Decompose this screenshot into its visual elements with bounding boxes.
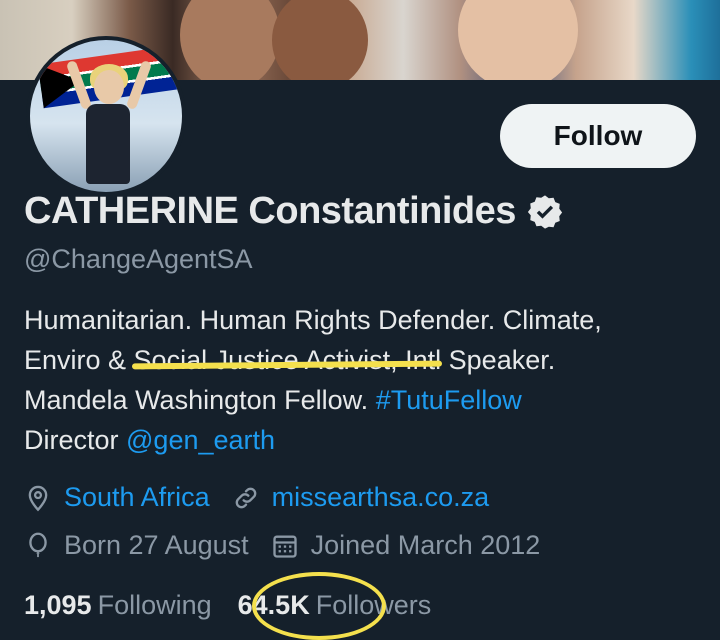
balloon-icon [24, 532, 52, 560]
banner-face [180, 0, 280, 80]
profile-handle: @ChangeAgentSA [24, 244, 253, 274]
bio-line: Mandela Washington Fellow. #TutuFellow [24, 380, 704, 420]
bio-line: Humanitarian. Human Rights Defender. Cli… [24, 305, 602, 335]
profile-meta-row: South Africa missearthsa.co.za [24, 482, 489, 513]
avatar-head [94, 70, 124, 104]
website-link[interactable]: missearthsa.co.za [272, 482, 490, 513]
banner-face [272, 0, 368, 80]
highlight-circle [252, 572, 386, 640]
avatar-body [86, 104, 130, 184]
bio-line: Director @gen_earth [24, 420, 704, 460]
follow-button[interactable]: Follow [500, 104, 696, 168]
calendar-icon [271, 532, 299, 560]
following-label: Following [97, 590, 212, 620]
banner-face [458, 0, 578, 80]
birthday-text: Born 27 August [64, 530, 249, 560]
hashtag-link[interactable]: #TutuFellow [376, 385, 522, 415]
avatar[interactable] [26, 36, 186, 196]
bio-text: Mandela Washington Fellow. [24, 385, 376, 415]
bio-line: Enviro & Social Justice Activist, Intl S… [24, 340, 704, 380]
profile-bio: Humanitarian. Human Rights Defender. Cli… [24, 300, 704, 460]
verified-badge-icon [526, 193, 564, 231]
following-stat[interactable]: 1,095 Following [24, 590, 212, 621]
link-icon [232, 484, 260, 512]
following-count: 1,095 [24, 590, 92, 620]
bio-text: Enviro & [24, 345, 134, 375]
mention-link[interactable]: @gen_earth [126, 425, 275, 455]
bio-highlighted-text: Social Justice Activist, [133, 345, 398, 375]
profile-name: CATHERINE Constantinides [24, 190, 564, 233]
location-text: South Africa [64, 482, 210, 512]
bio-text: Director [24, 425, 127, 455]
display-name: CATHERINE Constantinides [24, 190, 516, 232]
location-pin-icon [24, 484, 52, 512]
profile-meta-row: Born 27 August Joined March 2012 [24, 530, 540, 561]
joined-text: Joined March 2012 [310, 530, 541, 560]
